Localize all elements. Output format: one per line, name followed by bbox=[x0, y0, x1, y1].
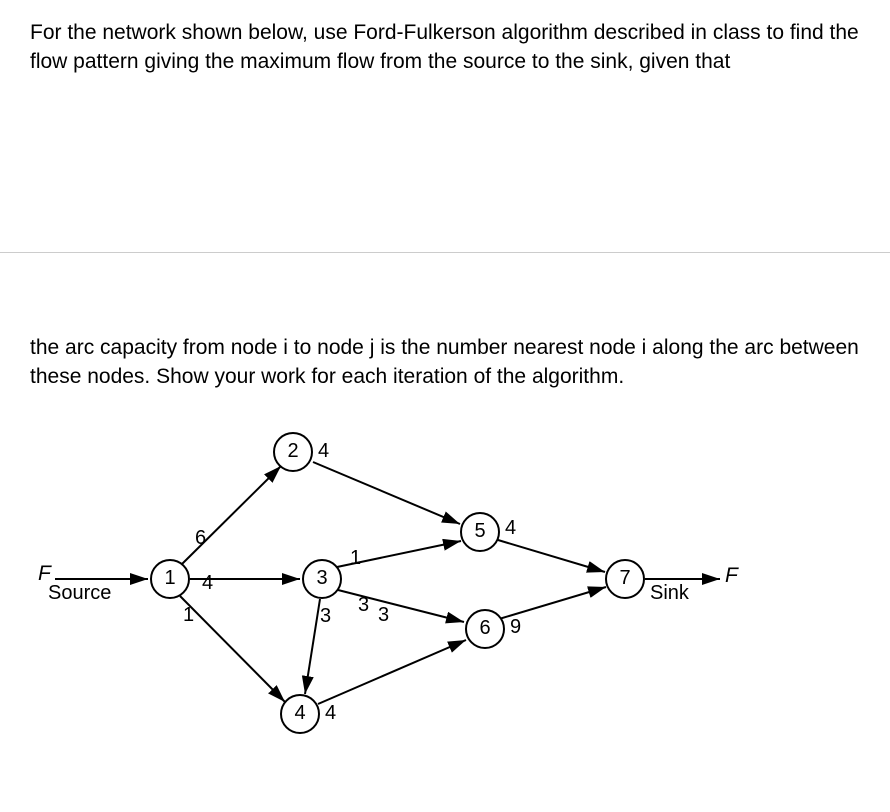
cap-3-6: 3 bbox=[358, 594, 369, 617]
node-7: 7 bbox=[605, 559, 645, 599]
question-part-2: the arc capacity from node i to node j i… bbox=[0, 253, 890, 402]
cap-5-7: 4 bbox=[505, 517, 516, 540]
cap-6-5: 3 bbox=[378, 604, 389, 627]
cap-6-7: 9 bbox=[510, 616, 521, 639]
cap-3-5: 1 bbox=[350, 547, 361, 570]
cap-3-4: 3 bbox=[320, 605, 331, 628]
cap-1-3: 4 bbox=[202, 572, 213, 595]
cap-2-5: 4 bbox=[318, 440, 329, 463]
node-1: 1 bbox=[150, 559, 190, 599]
cap-1-2: 6 bbox=[195, 527, 206, 550]
cap-4-6: 4 bbox=[325, 702, 336, 725]
node-3: 3 bbox=[302, 559, 342, 599]
node-4: 4 bbox=[280, 694, 320, 734]
node-2: 2 bbox=[273, 432, 313, 472]
node-6: 6 bbox=[465, 609, 505, 649]
network-diagram: 1 2 3 4 5 6 7 F Source Sink F 6 4 1 4 1 … bbox=[0, 412, 890, 762]
node-5: 5 bbox=[460, 512, 500, 552]
question-part-1: For the network shown below, use Ford-Fu… bbox=[0, 0, 890, 87]
edge-lines bbox=[0, 412, 890, 762]
cap-1-4: 1 bbox=[183, 604, 194, 627]
